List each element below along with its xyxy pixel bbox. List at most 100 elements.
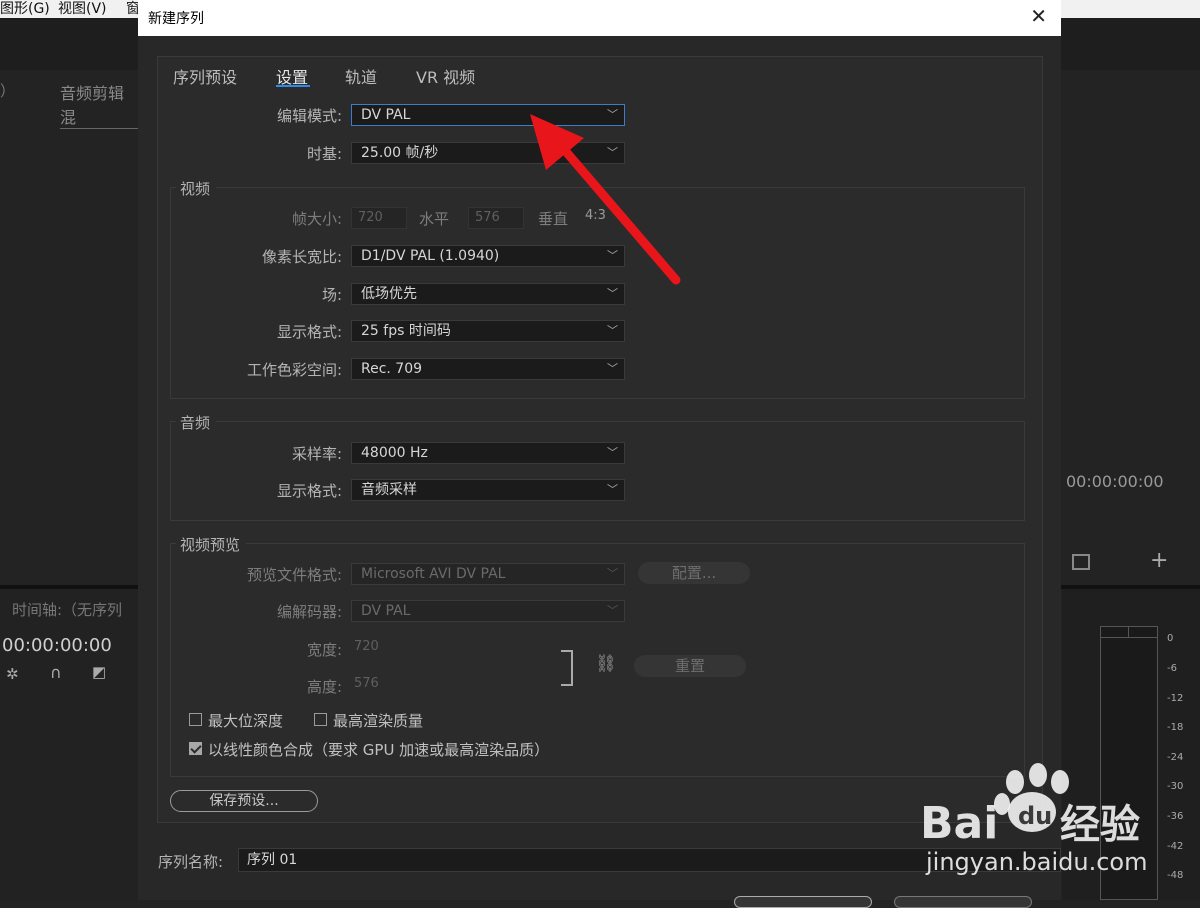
- insert-icon[interactable]: [1072, 554, 1090, 570]
- edit-mode-value: DV PAL: [361, 107, 411, 123]
- color-space-value: Rec. 709: [361, 361, 423, 377]
- baidu-jingyan-watermark: Bai du 经验 jingyan.baidu.com: [920, 763, 1147, 876]
- meter-tick: -6: [1167, 663, 1177, 674]
- fields-label: 场:: [321, 286, 342, 304]
- ok-button[interactable]: [734, 896, 872, 908]
- preview-width-label: 宽度:: [306, 641, 342, 659]
- sample-rate-select[interactable]: 48000 Hz ﹀: [351, 442, 625, 464]
- cancel-button[interactable]: [894, 896, 1032, 908]
- preview-height-label: 高度:: [306, 678, 342, 696]
- audio-display-format-label: 显示格式:: [276, 482, 342, 500]
- chevron-down-icon: ﹀: [607, 446, 618, 459]
- marker-icon[interactable]: ◩: [92, 663, 106, 681]
- aspect-ratio-text: 4:3: [585, 208, 606, 223]
- preview-format-value: Microsoft AVI DV PAL: [361, 566, 506, 582]
- left-panel: ） 音频剪辑混: [0, 70, 138, 585]
- video-display-format-label: 显示格式:: [276, 323, 342, 341]
- max-bit-depth-label: 最大位深度: [208, 712, 284, 730]
- chevron-down-icon: ﹀: [607, 287, 618, 300]
- max-render-quality-label: 最高渲染质量: [333, 712, 424, 730]
- preview-format-select: Microsoft AVI DV PAL ﹀: [351, 563, 625, 585]
- audio-clip-mixer-tab[interactable]: 音频剪辑混: [60, 80, 138, 129]
- close-icon[interactable]: ✕: [1030, 4, 1047, 28]
- chevron-down-icon: ﹀: [607, 249, 618, 262]
- chevron-down-icon: ﹀: [607, 483, 618, 496]
- chevron-down-icon: ﹀: [607, 324, 618, 337]
- sample-rate-value: 48000 Hz: [361, 445, 428, 461]
- audio-group-title: 音频: [176, 412, 217, 433]
- magnet-icon[interactable]: ∩: [50, 663, 62, 682]
- frame-width-input: 720: [351, 207, 407, 229]
- timeline-timecode[interactable]: 00:00:00:00: [2, 635, 112, 656]
- timebase-select[interactable]: 25.00 帧/秒 ﹀: [351, 142, 625, 164]
- save-preset-button[interactable]: 保存预设...: [170, 790, 318, 812]
- max-render-quality-checkbox[interactable]: [314, 713, 327, 726]
- meter-tick: -12: [1167, 693, 1184, 704]
- meter-tick: -18: [1167, 722, 1184, 733]
- chevron-down-icon: ﹀: [607, 567, 618, 580]
- chevron-down-icon: ﹀: [607, 362, 618, 375]
- tab-tracks[interactable]: 轨道: [345, 64, 377, 88]
- menu-view[interactable]: 视图(V): [58, 0, 107, 18]
- video-display-format-value: 25 fps 时间码: [361, 323, 451, 339]
- program-timecode: 00:00:00:00: [1066, 472, 1164, 491]
- dialog-title: 新建序列: [148, 11, 204, 27]
- color-space-label: 工作色彩空间:: [246, 361, 342, 379]
- reset-button: 重置: [634, 655, 746, 677]
- panel-paren: ）: [0, 82, 16, 100]
- chevron-down-icon: ﹀: [607, 108, 618, 121]
- add-icon[interactable]: +: [1150, 548, 1168, 573]
- video-display-format-select[interactable]: 25 fps 时间码 ﹀: [351, 320, 625, 342]
- chevron-down-icon: ﹀: [607, 146, 618, 159]
- preview-height-value: 576: [354, 676, 379, 691]
- linear-color-label: 以线性颜色合成（要求 GPU 加速或最高渲染品质）: [208, 741, 550, 759]
- codec-value: DV PAL: [361, 603, 411, 619]
- audio-display-format-select[interactable]: 音频采样 ﹀: [351, 479, 625, 501]
- video-preview-group-title: 视频预览: [176, 534, 247, 555]
- meter-split: [1128, 627, 1129, 637]
- frame-size-label: 帧大小:: [291, 210, 342, 228]
- max-bit-depth-checkbox[interactable]: [189, 713, 202, 726]
- edit-mode-select[interactable]: DV PAL ﹀: [351, 104, 625, 126]
- audio-display-format-value: 音频采样: [361, 482, 417, 498]
- sequence-name-label: 序列名称:: [158, 853, 224, 871]
- edit-mode-label: 编辑模式:: [276, 107, 342, 125]
- fields-select[interactable]: 低场优先 ﹀: [351, 283, 625, 305]
- tab-vr-video[interactable]: VR 视频: [416, 64, 475, 88]
- codec-label: 编解码器:: [276, 603, 342, 621]
- color-space-select[interactable]: Rec. 709 ﹀: [351, 358, 625, 380]
- dialog-titlebar: 新建序列 ✕: [138, 0, 1061, 36]
- pixel-aspect-label: 像素长宽比:: [261, 248, 342, 266]
- link-bracket: [561, 650, 573, 686]
- timebase-label: 时基:: [306, 145, 342, 163]
- active-tab-indicator: [276, 85, 310, 87]
- watermark-brand-c: 经验: [1060, 802, 1140, 848]
- vertical-label: 垂直: [538, 210, 569, 228]
- tab-sequence-presets[interactable]: 序列预设: [173, 64, 237, 88]
- pixel-aspect-select[interactable]: D1/DV PAL (1.0940) ﹀: [351, 245, 625, 267]
- chevron-down-icon: ﹀: [607, 604, 618, 617]
- menu-graphics[interactable]: 图形(G): [0, 0, 50, 18]
- frame-height-input: 576: [468, 207, 524, 229]
- fields-value: 低场优先: [361, 286, 417, 302]
- meter-peak: [1101, 627, 1157, 638]
- preview-format-label: 预览文件格式:: [246, 566, 342, 584]
- timeline-label: 时间轴:（无序列: [12, 601, 123, 619]
- linear-color-checkbox[interactable]: [189, 742, 202, 755]
- preview-width-value: 720: [354, 639, 379, 654]
- watermark-url: jingyan.baidu.com: [925, 848, 1147, 876]
- configure-button: 配置...: [638, 562, 750, 584]
- watermark-brand-a: Bai: [920, 798, 998, 849]
- snap-icon[interactable]: ✲: [6, 665, 19, 683]
- video-group-title: 视频: [176, 178, 217, 199]
- chain-link-icon[interactable]: ⛓: [595, 654, 617, 674]
- audio-group: [170, 421, 1025, 521]
- horizontal-label: 水平: [419, 210, 450, 228]
- meter-tick: 0: [1167, 633, 1174, 644]
- right-panel: 00:00:00:00 +: [1062, 70, 1200, 585]
- timebase-value: 25.00 帧/秒: [361, 145, 439, 161]
- sample-rate-label: 采样率:: [291, 445, 342, 463]
- codec-select: DV PAL ﹀: [351, 600, 625, 622]
- pixel-aspect-value: D1/DV PAL (1.0940): [361, 248, 500, 264]
- watermark-brand-b: du: [1018, 802, 1052, 830]
